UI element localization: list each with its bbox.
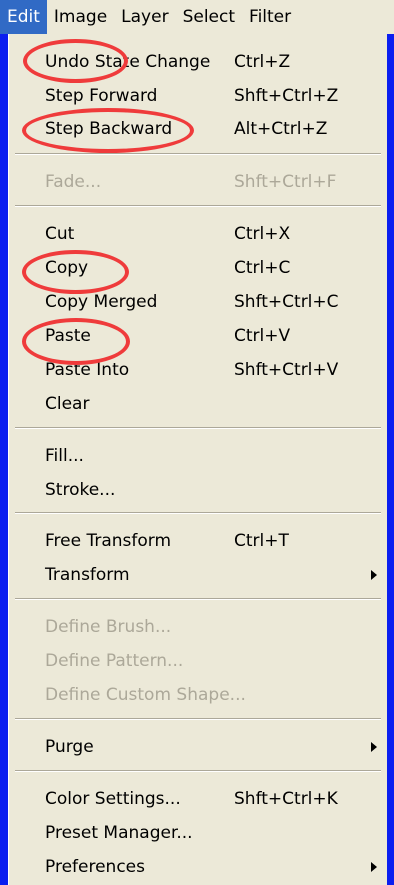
menu-item-undo[interactable]: Undo State Change Ctrl+Z	[9, 46, 388, 78]
menu-item-shortcut: Ctrl+Z	[234, 52, 291, 72]
menu-separator	[15, 770, 381, 772]
menu-item-preferences[interactable]: Preferences	[9, 851, 388, 883]
menu-separator	[15, 427, 381, 429]
menu-separator	[15, 718, 381, 720]
menu-item-label: Define Brush...	[45, 617, 172, 637]
menu-item-label: Color Settings...	[45, 789, 181, 809]
menu-item-define-brush: Define Brush...	[9, 611, 388, 643]
menu-item-label: Step Forward	[45, 86, 158, 106]
menu-item-label: Preferences	[45, 857, 145, 877]
menu-item-label: Copy Merged	[45, 292, 158, 312]
menu-item-label: Transform	[45, 565, 130, 585]
menu-item-label: Fade...	[45, 172, 102, 192]
menu-item-color-settings[interactable]: Color Settings... Shft+Ctrl+K	[9, 783, 388, 815]
menu-item-shortcut: Shft+Ctrl+V	[234, 360, 339, 380]
menu-item-preset-manager[interactable]: Preset Manager...	[9, 817, 388, 849]
menu-filter[interactable]: Filter	[242, 0, 298, 34]
menu-item-shortcut: Ctrl+C	[234, 258, 291, 278]
menu-item-label: Stroke...	[45, 480, 116, 500]
menu-item-step-forward[interactable]: Step Forward Shft+Ctrl+Z	[9, 80, 388, 112]
menu-item-fill[interactable]: Fill...	[9, 440, 388, 472]
menu-item-transform[interactable]: Transform	[9, 559, 388, 591]
menu-image[interactable]: Image	[47, 0, 114, 34]
menu-item-label: Paste	[45, 326, 91, 346]
menu-item-paste[interactable]: Paste Ctrl+V	[9, 320, 388, 352]
edit-menu-dropdown: Undo State Change Ctrl+Z Step Forward Sh…	[8, 34, 387, 885]
menu-item-shortcut: Shft+Ctrl+C	[234, 292, 339, 312]
menu-item-label: Clear	[45, 394, 90, 414]
menu-select[interactable]: Select	[176, 0, 242, 34]
menu-separator	[15, 205, 381, 207]
menu-item-label: Preset Manager...	[45, 823, 193, 843]
menu-separator	[15, 153, 381, 155]
menu-item-label: Undo State Change	[45, 52, 211, 72]
menu-separator	[15, 512, 381, 514]
menu-item-label: Paste Into	[45, 360, 130, 380]
menu-item-label: Cut	[45, 224, 75, 244]
menu-bar: Edit Image Layer Select Filter	[0, 0, 394, 34]
menu-item-fade: Fade... Shft+Ctrl+F	[9, 166, 388, 198]
menu-item-shortcut: Shft+Ctrl+K	[234, 789, 338, 809]
menu-item-step-backward[interactable]: Step Backward Alt+Ctrl+Z	[9, 113, 388, 145]
menu-item-label: Define Custom Shape...	[45, 685, 246, 705]
menu-item-free-transform[interactable]: Free Transform Ctrl+T	[9, 525, 388, 557]
menu-item-copy[interactable]: Copy Ctrl+C	[9, 252, 388, 284]
menu-item-label: Purge	[45, 737, 94, 757]
menu-edit[interactable]: Edit	[0, 0, 47, 34]
menu-item-shortcut: Ctrl+X	[234, 224, 291, 244]
submenu-arrow-icon	[371, 570, 377, 580]
menu-item-define-pattern: Define Pattern...	[9, 645, 388, 677]
menu-separator	[15, 598, 381, 600]
menu-item-purge[interactable]: Purge	[9, 731, 388, 763]
menu-item-define-custom-shape: Define Custom Shape...	[9, 679, 388, 711]
menu-item-label: Free Transform	[45, 531, 172, 551]
menu-item-label: Fill...	[45, 446, 84, 466]
window-frame	[0, 34, 8, 885]
menu-item-stroke[interactable]: Stroke...	[9, 474, 388, 506]
menu-item-paste-into[interactable]: Paste Into Shft+Ctrl+V	[9, 354, 388, 386]
menu-item-shortcut: Shft+Ctrl+F	[234, 172, 337, 192]
menu-item-label: Step Backward	[45, 119, 173, 139]
menu-layer[interactable]: Layer	[114, 0, 175, 34]
menu-item-shortcut: Ctrl+V	[234, 326, 291, 346]
menu-item-clear[interactable]: Clear	[9, 388, 388, 420]
menu-item-shortcut: Ctrl+T	[234, 531, 289, 551]
menu-item-label: Define Pattern...	[45, 651, 184, 671]
menu-item-shortcut: Shft+Ctrl+Z	[234, 86, 339, 106]
menu-item-shortcut: Alt+Ctrl+Z	[234, 119, 328, 139]
menu-item-label: Copy	[45, 258, 89, 278]
submenu-arrow-icon	[371, 742, 377, 752]
menu-item-cut[interactable]: Cut Ctrl+X	[9, 218, 388, 250]
menu-item-copy-merged[interactable]: Copy Merged Shft+Ctrl+C	[9, 286, 388, 318]
submenu-arrow-icon	[371, 862, 377, 872]
